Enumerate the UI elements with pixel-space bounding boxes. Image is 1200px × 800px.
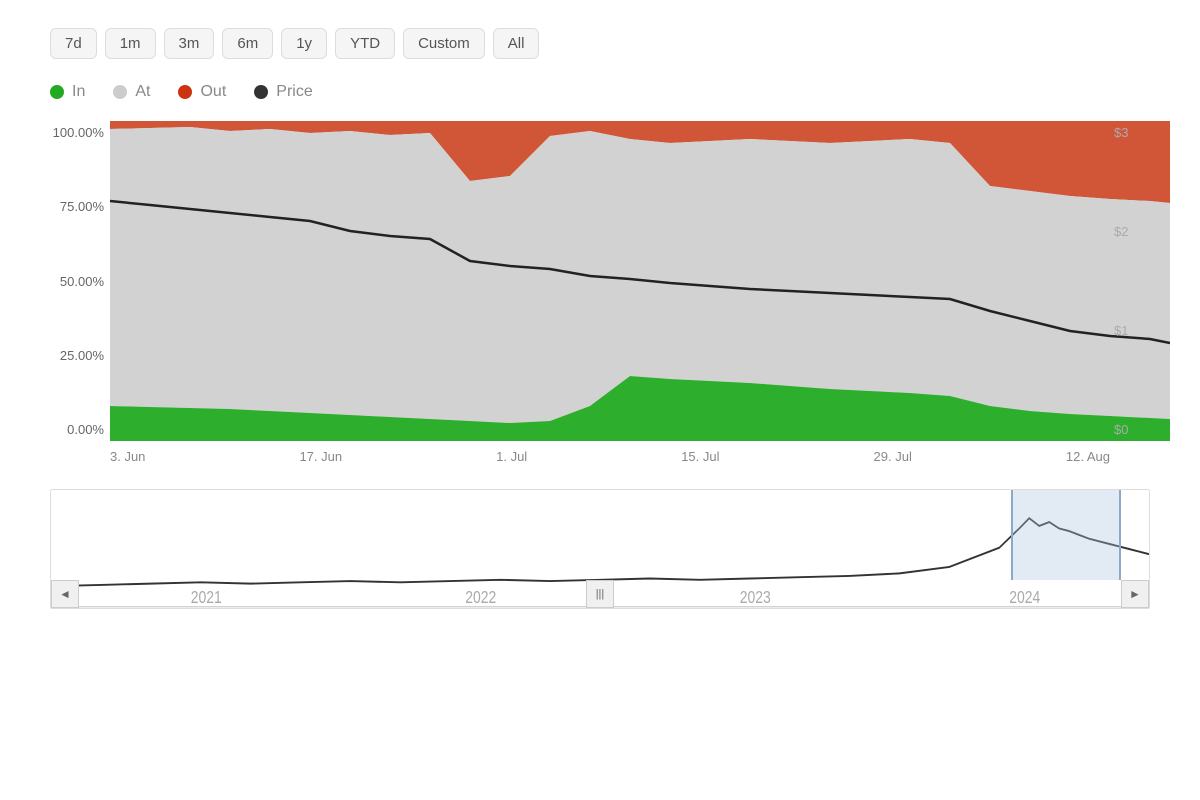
x-axis: 3. Jun 17. Jun 1. Jul 15. Jul 29. Jul 12. Aug — [110, 441, 1150, 471]
time-btn-1y[interactable]: 1y — [281, 28, 327, 59]
y-axis-left-label: 100.00% — [50, 125, 110, 140]
time-range-bar: 7d 1m 3m6m 1y YTD Custom All — [0, 0, 1200, 75]
time-btn-all[interactable]: All — [493, 28, 540, 59]
main-chart-svg — [110, 121, 1170, 441]
y-axis-left-label: 50.00% — [50, 274, 110, 289]
y-axis-right-label: $3 — [1110, 125, 1150, 140]
y-axis-left: 100.00% 75.00% 50.00% 25.00% 0.00% — [50, 121, 110, 441]
svg-text:2022: 2022 — [465, 587, 496, 607]
legend-label-out: Out — [200, 83, 226, 101]
y-axis-left-label: 75.00% — [50, 199, 110, 214]
legend: In At Out Price — [0, 75, 1200, 121]
x-axis-label: 15. Jul — [681, 449, 719, 464]
navigator-left-button[interactable]: ◄ — [51, 580, 79, 608]
svg-text:2024: 2024 — [1009, 587, 1040, 607]
navigator-right-button[interactable]: ► — [1121, 580, 1149, 608]
legend-dot-at — [113, 85, 127, 99]
navigator: 2021 2022 2023 2024 ◄ ► ||| — [50, 489, 1150, 609]
legend-label-at: At — [135, 83, 150, 101]
legend-item-out[interactable]: Out — [178, 83, 226, 101]
time-btn-1m[interactable]: 1m — [105, 28, 156, 59]
x-axis-label: 12. Aug — [1066, 449, 1110, 464]
time-btn-6m[interactable]: 6m — [222, 28, 273, 59]
navigator-scroll-button[interactable]: ||| — [586, 580, 614, 608]
legend-label-price: Price — [276, 83, 312, 101]
x-axis-label: 17. Jun — [299, 449, 342, 464]
legend-label-in: In — [72, 83, 85, 101]
main-chart: 100.00% 75.00% 50.00% 25.00% 0.00% $3 $2 $1 $0 — [50, 121, 1150, 441]
legend-item-at[interactable]: At — [113, 83, 150, 101]
y-axis-right-label: $2 — [1110, 224, 1150, 239]
svg-text:2021: 2021 — [191, 587, 222, 607]
y-axis-right-label: $0 — [1110, 422, 1150, 437]
y-axis-right: $3 $2 $1 $0 — [1110, 121, 1150, 441]
time-btn-7d[interactable]: 7d — [50, 28, 97, 59]
x-axis-label: 3. Jun — [110, 449, 145, 464]
navigator-handle[interactable] — [1011, 490, 1121, 580]
time-btn-custom[interactable]: Custom — [403, 28, 485, 59]
x-axis-label: 1. Jul — [496, 449, 527, 464]
legend-dot-out — [178, 85, 192, 99]
y-axis-right-label: $1 — [1110, 323, 1150, 338]
time-btn-3m[interactable]: 3m — [164, 28, 215, 59]
y-axis-left-label: 25.00% — [50, 348, 110, 363]
svg-text:2023: 2023 — [740, 587, 771, 607]
legend-dot-in — [50, 85, 64, 99]
legend-item-in[interactable]: In — [50, 83, 85, 101]
y-axis-left-label: 0.00% — [50, 422, 110, 437]
time-btn-ytd[interactable]: YTD — [335, 28, 395, 59]
x-axis-label: 29. Jul — [874, 449, 912, 464]
legend-dot-price — [254, 85, 268, 99]
legend-item-price[interactable]: Price — [254, 83, 312, 101]
